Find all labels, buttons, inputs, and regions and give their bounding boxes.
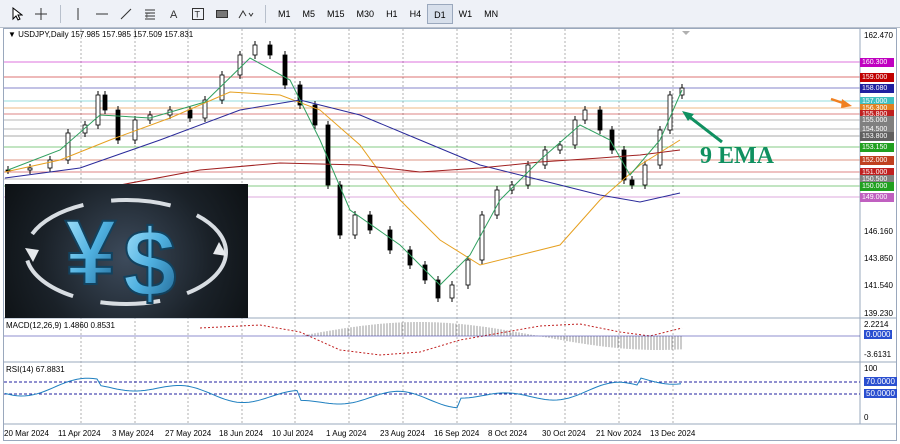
date-axis-label: 16 Sep 2024 (434, 429, 480, 438)
svg-text:$: $ (123, 210, 176, 317)
rsi-axis-label: 100 (864, 364, 878, 373)
macd-title: MACD(12,26,9) 1.4860 0.8531 (6, 321, 115, 330)
candle-body (27, 167, 33, 171)
date-axis-label: 30 Oct 2024 (542, 429, 586, 438)
ema-arrow-icon (682, 111, 723, 144)
candle-body (282, 54, 288, 86)
date-axis-label: 18 Jun 2024 (219, 429, 264, 438)
currency-symbols-icon: ¥ $ (24, 198, 228, 318)
price-level-tag: 152.000 (860, 156, 894, 165)
rsi-axis-label: 0 (864, 413, 869, 422)
candle-body (337, 184, 343, 236)
svg-text:¥: ¥ (65, 202, 116, 304)
date-axis-label: 20 Mar 2024 (4, 429, 49, 438)
candle-body (525, 164, 531, 186)
candle-body (387, 229, 393, 251)
macd-axis-label: 0.0000 (864, 330, 893, 339)
date-axis-label: 1 Aug 2024 (326, 429, 367, 438)
price-level-tag: 149.000 (860, 193, 894, 202)
candle-body (572, 119, 578, 146)
rsi-axis-label: 50.0000 (864, 389, 897, 398)
price-level-tag: 150.000 (860, 182, 894, 191)
date-axis-label: 23 Aug 2024 (380, 429, 425, 438)
candle-body (465, 259, 471, 286)
candle-body (449, 284, 455, 299)
candle-body (609, 129, 615, 151)
ema-annotation: 9 EMA (700, 143, 775, 169)
price-level-tag: 158.080 (860, 84, 894, 93)
price-axis-label: 141.540 (864, 281, 893, 290)
candle-body (479, 214, 485, 261)
macd-axis-label: 2.2214 (864, 320, 889, 329)
candle-body (657, 129, 663, 166)
candle-body (95, 94, 101, 126)
candle-body (267, 44, 273, 56)
rsi-line (4, 377, 682, 409)
chart-header: ▼ USDJPY,Daily 157.985 157.985 157.509 1… (8, 30, 194, 39)
candle-body (629, 179, 635, 186)
candle-body (642, 164, 648, 186)
price-level-tag: 153.150 (860, 143, 894, 152)
date-axis-label: 3 May 2024 (112, 429, 154, 438)
candle-body (237, 54, 243, 76)
date-axis-label: 21 Nov 2024 (596, 429, 642, 438)
price-level-tag: 155.000 (860, 116, 894, 125)
price-level-tag: 160.300 (860, 58, 894, 67)
price-axis-label: 146.160 (864, 227, 893, 236)
candle-body (115, 109, 121, 141)
price-level-tag: 159.000 (860, 73, 894, 82)
candle-body (667, 94, 673, 131)
date-axis-label: 11 Apr 2024 (58, 429, 101, 438)
price-level-tag: 153.800 (860, 132, 894, 141)
candle-body (407, 249, 413, 266)
date-axis-label: 8 Oct 2024 (488, 429, 528, 438)
yen-dollar-logo: ¥ $ (5, 184, 248, 318)
price-axis-label: 143.850 (864, 254, 893, 263)
candle-body (422, 264, 428, 281)
candle-body (252, 44, 258, 56)
date-axis-label: 27 May 2024 (165, 429, 212, 438)
candle-body (47, 159, 53, 169)
date-axis-label: 10 Jul 2024 (272, 429, 314, 438)
date-axis-label: 13 Dec 2024 (650, 429, 696, 438)
macd-axis-label: -3.6131 (864, 350, 892, 359)
rsi-axis-label: 70.0000 (864, 377, 897, 386)
candle-body (102, 94, 108, 111)
candle-body (352, 214, 358, 236)
candle-body (187, 109, 193, 119)
candle-body (582, 109, 588, 121)
price-axis-label: 162.470 (864, 31, 893, 40)
candle-body (557, 144, 563, 151)
candle-body (597, 109, 603, 131)
orange-arrow-icon (830, 97, 852, 108)
rsi-title: RSI(14) 67.8831 (6, 365, 65, 374)
price-axis-label: 139.230 (864, 309, 893, 318)
collapse-triangle-icon[interactable]: ▼ (8, 30, 18, 39)
